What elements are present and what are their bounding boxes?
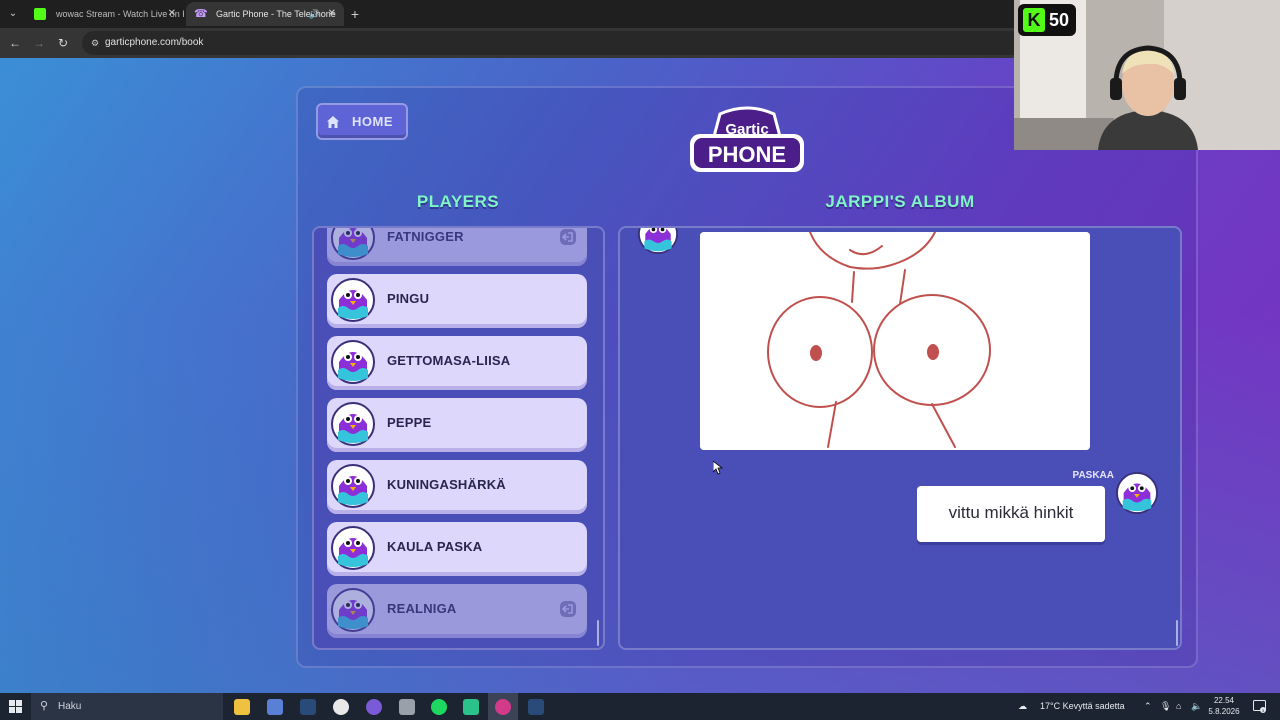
notification-icon[interactable]: 3 <box>1253 700 1266 713</box>
weather-icon[interactable]: ☁ <box>1018 693 1027 720</box>
back-arrow-icon[interactable]: ← <box>6 34 24 52</box>
reload-icon[interactable]: ↻ <box>54 34 72 52</box>
album-area[interactable]: PASKAA vittu mikkä hinkit <box>618 226 1182 650</box>
bird-avatar-icon <box>331 526 375 570</box>
steam-icon[interactable] <box>528 699 544 715</box>
microphone-icon[interactable]: 🎙 <box>1160 693 1171 720</box>
gartic-favicon-icon: ☎ <box>194 8 208 20</box>
players-scrollbar[interactable] <box>597 620 599 646</box>
speaker-icon[interactable]: 🔊 <box>309 2 320 26</box>
close-tab-icon[interactable]: ✕ <box>168 2 176 26</box>
kick-viewer-badge: K 50 <box>1018 4 1076 36</box>
home-icon <box>327 116 339 128</box>
chrome-icon[interactable] <box>333 699 349 715</box>
taskbar-clock[interactable]: 22.54 5.8.2026 <box>1200 695 1248 717</box>
players-title: PLAYERS <box>416 192 500 211</box>
bird-avatar-icon <box>638 228 678 254</box>
player-name: PINGU <box>387 291 430 306</box>
logo-bottom-text: PHONE <box>708 142 786 167</box>
discord-icon[interactable] <box>366 699 382 715</box>
clock-time: 22.54 <box>1213 696 1235 705</box>
player-name: PEPPE <box>387 415 432 430</box>
album-scrollbar[interactable] <box>1176 620 1178 646</box>
bird-avatar-icon <box>331 340 375 384</box>
bird-avatar-icon <box>1116 472 1158 514</box>
steam-icon[interactable] <box>300 699 316 715</box>
kick-logo-icon: K <box>1023 8 1045 32</box>
player-card[interactable]: PEPPE <box>327 398 587 452</box>
url-text: garticphone.com/book <box>105 37 204 48</box>
new-tab-plus-icon[interactable]: + <box>348 4 362 24</box>
reply-author: PASKAA <box>1072 470 1114 481</box>
app-icon[interactable] <box>399 699 415 715</box>
windows-start-icon[interactable] <box>9 700 22 713</box>
weather-text[interactable]: 17°C Kevyttä sadetta <box>1040 693 1125 720</box>
player-name: GETTOMASA-LIISA <box>387 353 511 368</box>
player-name: KUNINGASHÄRKÄ <box>387 477 506 492</box>
player-card[interactable]: GETTOMASA-LIISA <box>327 336 587 390</box>
player-card[interactable]: KUNINGASHÄRKÄ <box>327 460 587 514</box>
site-info-icon[interactable]: ⚙ <box>88 36 102 50</box>
bird-avatar-icon <box>331 228 375 260</box>
close-tab-icon[interactable]: ✕ <box>328 2 336 26</box>
tray-chevron-icon[interactable]: ⌃ <box>1144 693 1152 720</box>
album-drawing <box>700 232 1090 450</box>
file-explorer-icon[interactable] <box>234 699 250 715</box>
reply-text: vittu mikkä hinkit <box>948 503 1074 522</box>
bird-avatar-icon <box>331 278 375 322</box>
taskbar-search[interactable]: ⚲ Haku <box>31 693 223 720</box>
player-name: KAULA PASKA <box>387 539 483 554</box>
network-icon[interactable]: ⌂ <box>1176 693 1181 720</box>
player-name: FATNIGGER <box>387 229 464 244</box>
player-card[interactable]: FATNIGGER <box>327 228 587 266</box>
kick-favicon-icon <box>34 8 46 20</box>
album-title: JARPPI'S ALBUM <box>825 192 975 211</box>
taskbar: ⚲ Haku ☁ 17°C Kevyttä sadetta ⌃ 🎙 ⌂ 🔈 22… <box>0 693 1280 720</box>
forward-arrow-icon[interactable]: → <box>30 34 48 52</box>
viewer-count: 50 <box>1049 10 1070 30</box>
players-list[interactable]: FATNIGGER PINGU GETTOMASA-LIISA PEPPE KU… <box>312 226 605 650</box>
player-card[interactable]: KAULA PASKA <box>327 522 587 576</box>
player-card[interactable]: PINGU <box>327 274 587 328</box>
search-placeholder: Haku <box>58 701 82 712</box>
leave-icon <box>560 229 576 245</box>
streamer-avatar <box>1098 45 1198 150</box>
tab-search-chevron-icon[interactable]: ⌄ <box>5 6 21 22</box>
player-name: REALNIGA <box>387 601 457 616</box>
search-icon: ⚲ <box>40 700 49 712</box>
spotify-icon[interactable] <box>431 699 447 715</box>
gartic-page: HOME Gartic PHONE PLAYERS JARPPI'S ALBUM… <box>0 58 1280 693</box>
bird-avatar-icon <box>331 402 375 446</box>
app-icon[interactable] <box>267 699 283 715</box>
clock-date: 5.8.2026 <box>1208 707 1240 716</box>
browser-tab-gartic[interactable]: ☎ Gartic Phone - The Telephone 🔊 ✕ <box>186 2 344 26</box>
address-bar[interactable]: ⚙ garticphone.com/book <box>82 31 1042 55</box>
player-card[interactable]: REALNIGA <box>327 584 587 638</box>
home-label: HOME <box>352 114 393 129</box>
logo-top-text: Gartic <box>725 121 768 138</box>
bird-avatar-icon <box>331 464 375 508</box>
leave-icon <box>560 601 576 617</box>
tab-title: wowac Stream - Watch Live on K <box>56 9 184 19</box>
home-button[interactable]: HOME <box>316 103 408 140</box>
app-icon[interactable] <box>463 699 479 715</box>
reply-bubble: vittu mikkä hinkit <box>917 486 1105 542</box>
gartic-phone-logo: Gartic PHONE <box>690 106 804 172</box>
bird-avatar-icon <box>331 588 375 632</box>
browser-icon[interactable] <box>495 699 511 715</box>
mouse-cursor-icon <box>713 461 723 475</box>
browser-tab-kick[interactable]: wowac Stream - Watch Live on K ✕ <box>26 2 184 26</box>
